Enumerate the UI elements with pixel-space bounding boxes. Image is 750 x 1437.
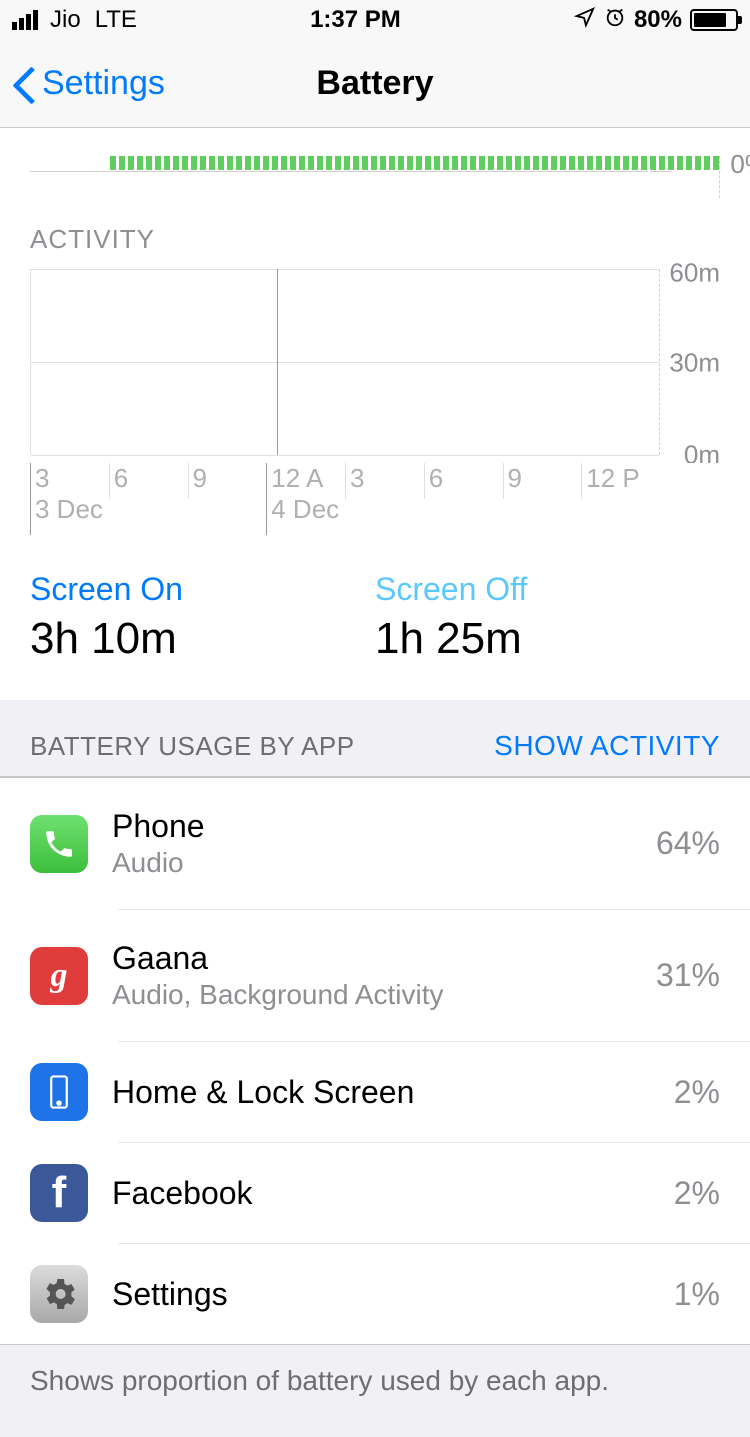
app-name: Phone [112,808,644,845]
x-tick: 12 A4 Dec [266,463,345,535]
y-label-0pct: 0% [730,149,750,180]
usage-section-title: BATTERY USAGE BY APP [30,731,355,762]
screen-time-stats: Screen On 3h 10m Screen Off 1h 25m [0,543,750,700]
charging-icon [639,166,659,203]
y-label-60m: 60m [669,258,720,289]
app-name: Facebook [112,1175,662,1212]
status-bar: Jio LTE 1:37 PM 80% [0,0,750,40]
usage-section-header: BATTERY USAGE BY APP SHOW ACTIVITY [0,700,750,777]
x-tick: 9 [188,463,267,499]
app-row-home-lock[interactable]: Home & Lock Screen 2% [0,1042,750,1142]
screen-off-label: Screen Off [375,571,720,608]
app-row-gaana[interactable]: g Gaana Audio, Background Activity 31% [0,910,750,1041]
x-tick: 12 P [581,463,660,499]
app-percentage: 1% [674,1262,720,1327]
back-label: Settings [42,64,165,103]
chevron-left-icon [12,64,36,104]
phone-app-icon [30,815,88,873]
activity-section-label: ACTIVITY [0,198,750,263]
x-tick: 6 [424,463,503,499]
location-icon [574,6,596,35]
carrier-label: Jio [50,6,81,34]
show-activity-button[interactable]: SHOW ACTIVITY [494,730,720,762]
battery-pct-label: 80% [634,6,682,34]
battery-icon [690,9,738,31]
x-tick: 33 Dec [30,463,109,535]
network-label: LTE [95,6,137,34]
app-subtitle: Audio, Background Activity [112,979,644,1011]
screen-on-value: 3h 10m [30,614,375,664]
clock: 1:37 PM [310,6,401,34]
signal-icon [12,10,38,30]
nav-bar: Settings Battery [0,40,750,128]
x-tick: 9 [503,463,582,499]
app-subtitle: Audio [112,847,644,879]
battery-level-chart[interactable]: 0% [0,128,750,198]
x-tick: 3 [345,463,424,499]
home-lock-icon [30,1063,88,1121]
y-label-30m: 30m [669,348,720,379]
app-percentage: 2% [674,1060,720,1125]
app-percentage: 31% [656,943,720,1008]
screen-off-value: 1h 25m [375,614,720,664]
x-tick: 6 [109,463,188,499]
alarm-icon [604,6,626,35]
app-usage-list[interactable]: Phone Audio 64% g Gaana Audio, Backgroun… [0,777,750,1344]
back-button[interactable]: Settings [12,64,165,104]
app-row-facebook[interactable]: f Facebook 2% [0,1143,750,1243]
activity-x-axis: 33 Dec6912 A4 Dec36912 P [0,463,750,543]
facebook-app-icon: f [30,1164,88,1222]
app-name: Settings [112,1276,662,1313]
app-percentage: 2% [674,1161,720,1226]
app-row-settings[interactable]: Settings 1% [0,1244,750,1344]
app-percentage: 64% [656,811,720,876]
activity-chart[interactable]: 60m 30m 0m [0,263,750,463]
app-row-phone[interactable]: Phone Audio 64% [0,778,750,909]
gaana-app-icon: g [30,947,88,1005]
app-name: Gaana [112,940,644,977]
screen-on-label: Screen On [30,571,375,608]
footer-description: Shows proportion of battery used by each… [0,1344,750,1437]
battery-level-fill [110,156,719,170]
settings-app-icon [30,1265,88,1323]
app-name: Home & Lock Screen [112,1074,662,1111]
